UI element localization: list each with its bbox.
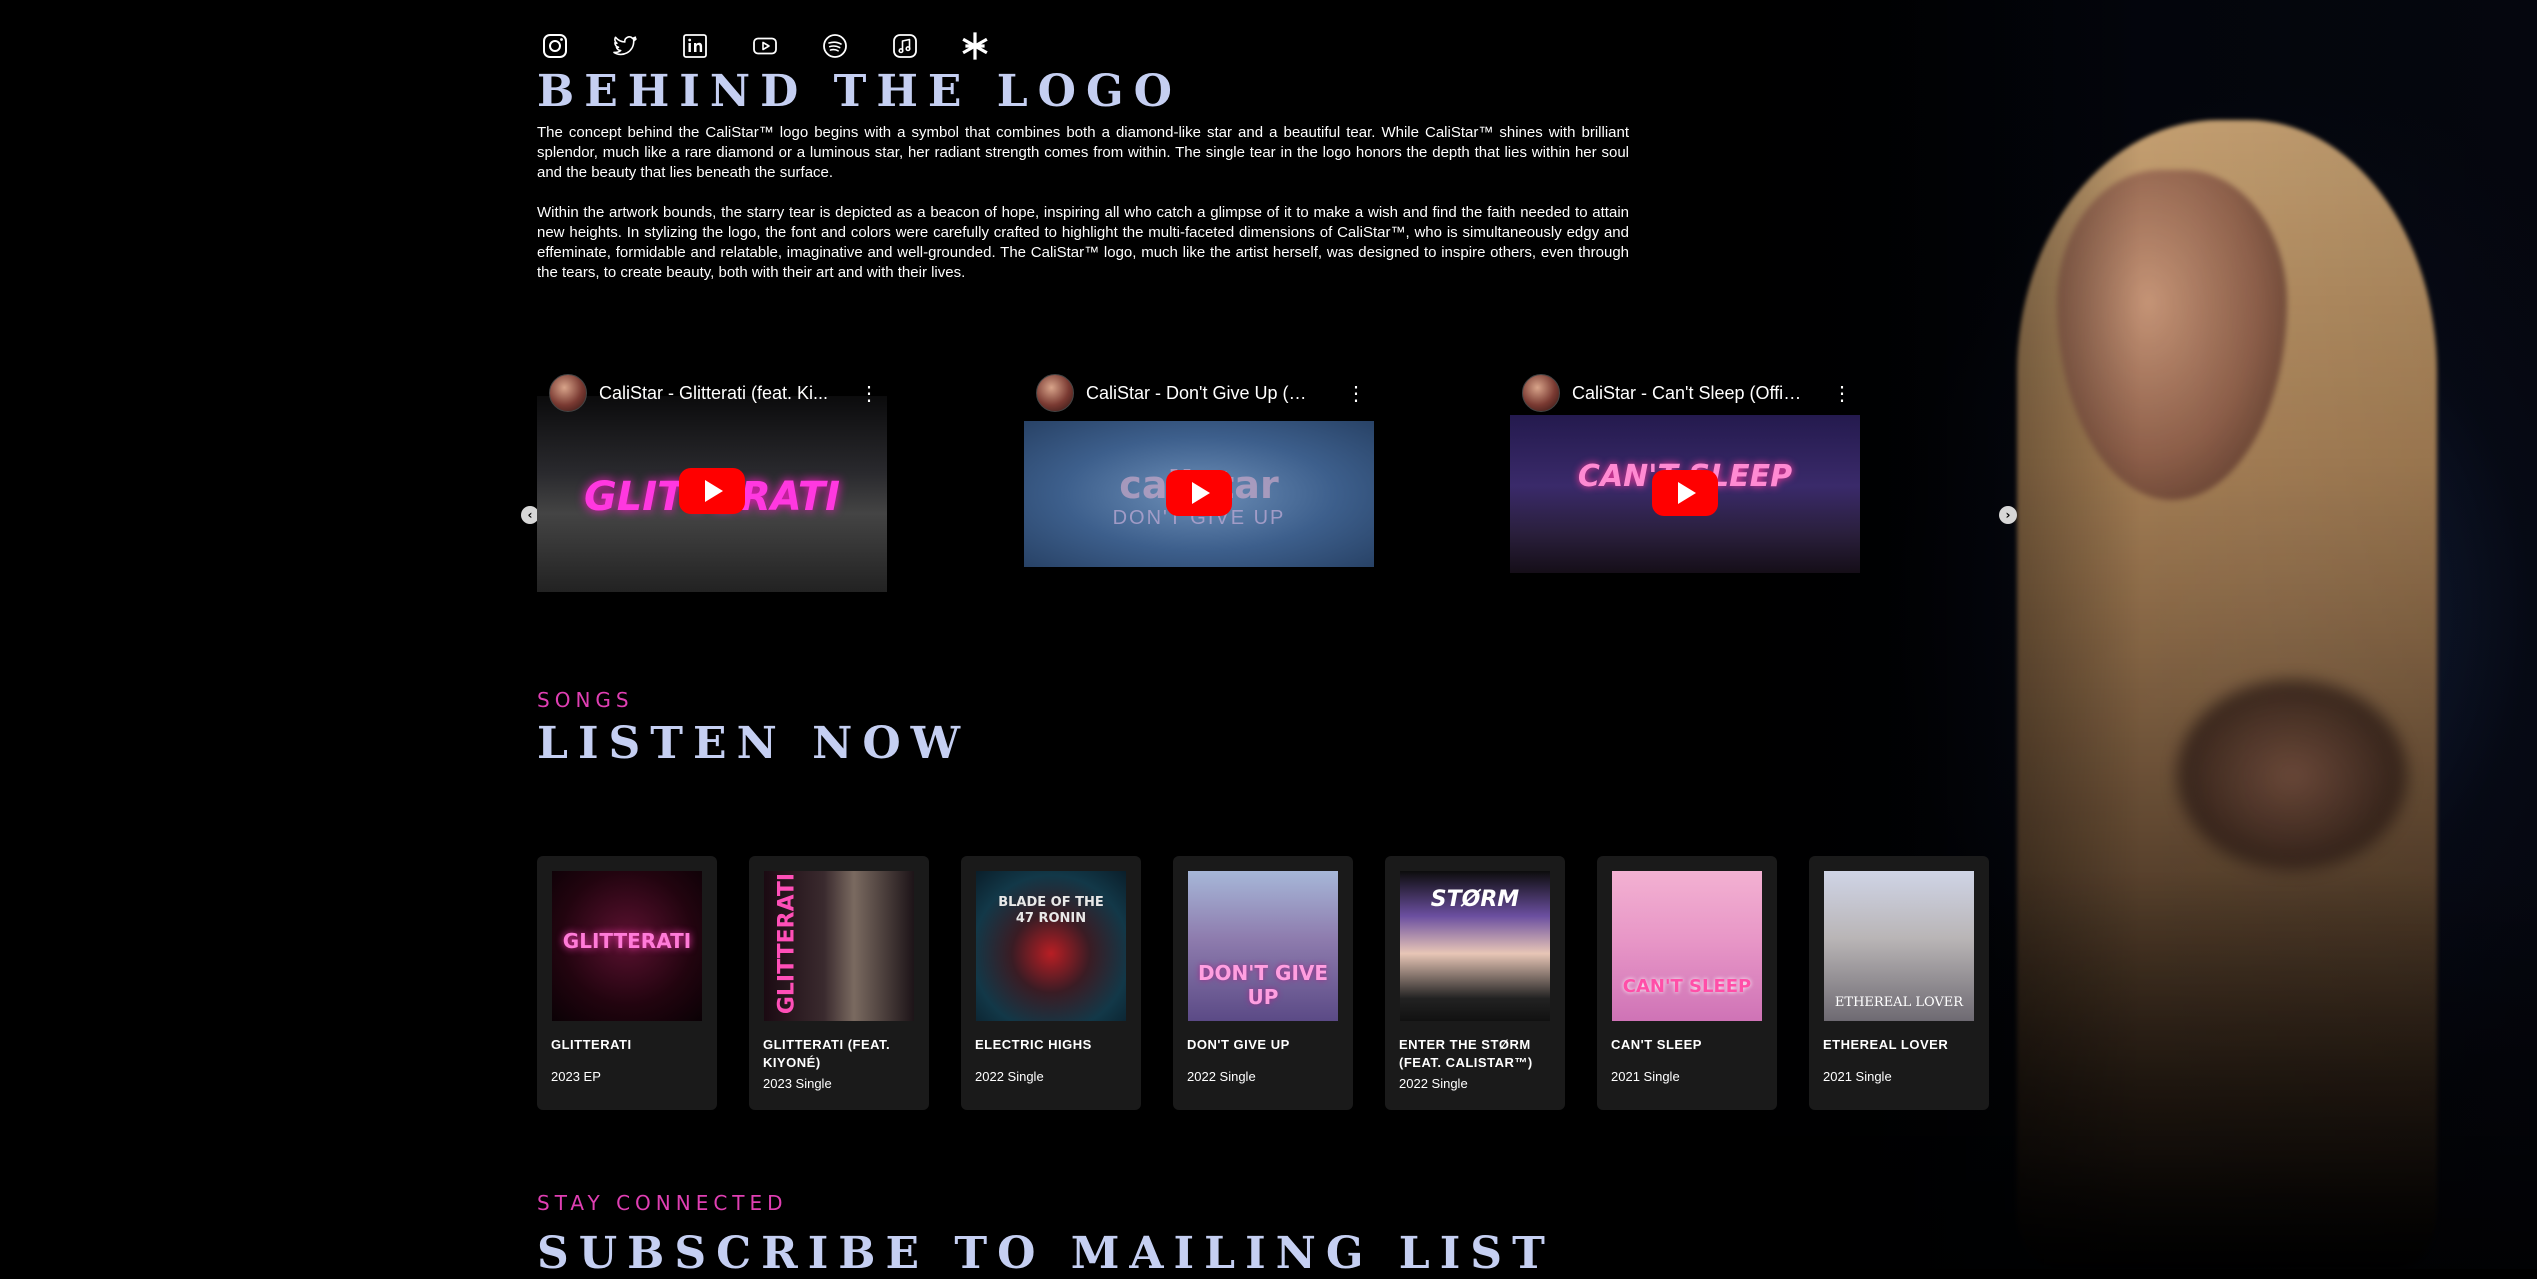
song-card[interactable]: STØRM ENTER THE STØRM (FEAT. CALISTAR™) … bbox=[1385, 856, 1565, 1110]
song-title: DON'T GIVE UP bbox=[1187, 1037, 1290, 1052]
album-cover-text: GLITTERATI bbox=[562, 929, 692, 953]
album-cover-text: CAN'T SLEEP bbox=[1622, 976, 1752, 997]
song-card[interactable]: GLITTERATI GLITTERATI (FEAT. KIYONÉ) 202… bbox=[749, 856, 929, 1110]
video-header: CaliStar - Don't Give Up (O... ⋮ bbox=[1036, 371, 1366, 415]
song-title: GLITTERATI (FEAT. KIYONÉ) bbox=[763, 1037, 891, 1070]
spotify-icon[interactable] bbox=[817, 28, 853, 64]
linkedin-icon[interactable] bbox=[677, 28, 713, 64]
song-release: 2022 Single bbox=[1399, 1076, 1468, 1091]
album-cover-text: STØRM bbox=[1430, 887, 1520, 912]
play-button[interactable] bbox=[679, 468, 745, 514]
listen-now-heading: LISTEN NOW bbox=[537, 718, 971, 769]
album-cover-text: BLADE OF THE 47 RONIN bbox=[998, 895, 1104, 926]
song-title: ENTER THE STØRM (FEAT. CALISTAR™) bbox=[1399, 1037, 1533, 1070]
song-release: 2021 Single bbox=[1823, 1069, 1892, 1084]
song-card[interactable]: ETHEREAL LOVER ETHEREAL LOVER 2021 Singl… bbox=[1809, 856, 1989, 1110]
social-links bbox=[537, 28, 993, 64]
youtube-icon[interactable] bbox=[747, 28, 783, 64]
video-title[interactable]: CaliStar - Glitterati (feat. Ki... bbox=[599, 383, 829, 404]
album-cover: BLADE OF THE 47 RONIN bbox=[976, 871, 1126, 1021]
album-cover: CAN'T SLEEP bbox=[1612, 871, 1762, 1021]
song-release: 2022 Single bbox=[975, 1069, 1044, 1084]
song-title: GLITTERATI bbox=[551, 1037, 632, 1052]
more-options-icon[interactable]: ⋮ bbox=[1346, 381, 1366, 406]
more-options-icon[interactable]: ⋮ bbox=[859, 381, 879, 406]
apple-music-icon[interactable] bbox=[887, 28, 923, 64]
video-header: CaliStar - Glitterati (feat. Ki... ⋮ bbox=[549, 371, 879, 415]
song-title: ETHEREAL LOVER bbox=[1823, 1037, 1949, 1052]
video-header: CaliStar - Can't Sleep (Offic... ⋮ bbox=[1522, 371, 1852, 415]
twitter-icon[interactable] bbox=[607, 28, 643, 64]
album-cover: STØRM bbox=[1400, 871, 1550, 1021]
album-cover-text: GLITTERATI bbox=[774, 872, 800, 1015]
song-release: 2023 EP bbox=[551, 1069, 601, 1084]
linktree-icon[interactable] bbox=[957, 28, 993, 64]
song-card[interactable]: CAN'T SLEEP CAN'T SLEEP 2021 Single bbox=[1597, 856, 1777, 1110]
songs-eyebrow: SONGS bbox=[537, 688, 634, 712]
channel-avatar[interactable] bbox=[549, 374, 587, 412]
album-cover-text: DON'T GIVE UP bbox=[1197, 961, 1329, 1009]
song-card[interactable]: GLITTERATI GLITTERATI 2023 EP bbox=[537, 856, 717, 1110]
channel-avatar[interactable] bbox=[1036, 374, 1074, 412]
song-title: ELECTRIC HIGHS bbox=[975, 1037, 1092, 1052]
album-cover: GLITTERATI bbox=[552, 871, 702, 1021]
song-release: 2021 Single bbox=[1611, 1069, 1680, 1084]
logo-paragraph-2: Within the artwork bounds, the starry te… bbox=[537, 204, 1629, 281]
song-title: CAN'T SLEEP bbox=[1611, 1037, 1702, 1052]
song-cards: GLITTERATI GLITTERATI 2023 EP GLITTERATI… bbox=[537, 856, 1989, 1110]
logo-paragraph-1: The concept behind the CaliStar™ logo be… bbox=[537, 124, 1629, 181]
song-card[interactable]: BLADE OF THE 47 RONIN ELECTRIC HIGHS 202… bbox=[961, 856, 1141, 1110]
song-release: 2023 Single bbox=[763, 1076, 832, 1091]
stay-connected-eyebrow: STAY CONNECTED bbox=[537, 1191, 788, 1215]
more-options-icon[interactable]: ⋮ bbox=[1832, 381, 1852, 406]
play-button[interactable] bbox=[1652, 470, 1718, 516]
channel-avatar[interactable] bbox=[1522, 374, 1560, 412]
play-button[interactable] bbox=[1166, 470, 1232, 516]
carousel-next-button[interactable]: › bbox=[1999, 506, 2017, 524]
instagram-icon[interactable] bbox=[537, 28, 573, 64]
behind-the-logo-heading: BEHIND THE LOGO bbox=[537, 66, 1182, 117]
subscribe-heading: SUBSCRIBE TO MAILING LIST bbox=[537, 1228, 1555, 1279]
album-cover: DON'T GIVE UP bbox=[1188, 871, 1338, 1021]
song-release: 2022 Single bbox=[1187, 1069, 1256, 1084]
video-title[interactable]: CaliStar - Can't Sleep (Offic... bbox=[1572, 383, 1802, 404]
album-cover-text: ETHEREAL LOVER bbox=[1834, 995, 1964, 1010]
album-cover: ETHEREAL LOVER bbox=[1824, 871, 1974, 1021]
album-cover: GLITTERATI bbox=[764, 871, 914, 1021]
video-title[interactable]: CaliStar - Don't Give Up (O... bbox=[1086, 383, 1316, 404]
song-card[interactable]: DON'T GIVE UP DON'T GIVE UP 2022 Single bbox=[1173, 856, 1353, 1110]
